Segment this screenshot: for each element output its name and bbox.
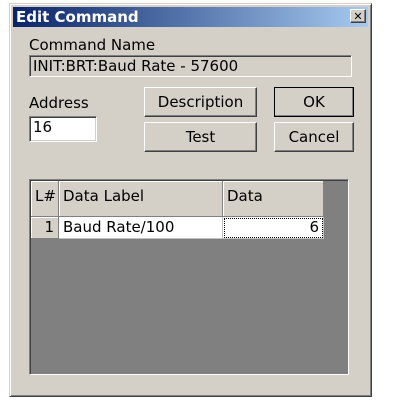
column-header-line[interactable]: L# <box>31 181 59 217</box>
ok-button-label: OK <box>303 93 325 111</box>
ok-button[interactable]: OK <box>274 87 354 117</box>
command-name-label: Command Name <box>29 36 156 54</box>
address-input[interactable]: 16 <box>29 116 97 142</box>
description-button-label: Description <box>157 93 244 111</box>
address-label: Address <box>29 94 89 112</box>
data-label-cell[interactable]: Baud Rate/100 <box>59 217 223 239</box>
command-name-field: INIT:BRT:Baud Rate - 57600 <box>29 55 352 77</box>
cancel-button-label: Cancel <box>288 128 340 146</box>
test-button-label: Test <box>185 128 216 146</box>
data-grid[interactable]: L# Data Label Data 1 Baud Rate/100 6 <box>29 179 349 375</box>
close-icon: ✕ <box>353 9 363 23</box>
edit-command-dialog: Edit Command ✕ Command Name INIT:BRT:Bau… <box>9 3 372 397</box>
column-header-data[interactable]: Data <box>223 181 324 217</box>
column-header-data-label[interactable]: Data Label <box>59 181 223 217</box>
window-title: Edit Command <box>16 8 139 26</box>
description-button[interactable]: Description <box>144 87 257 117</box>
row-number[interactable]: 1 <box>31 217 59 239</box>
close-button[interactable]: ✕ <box>350 9 366 23</box>
title-bar[interactable]: Edit Command ✕ <box>13 7 368 27</box>
data-value-cell[interactable]: 6 <box>223 217 324 239</box>
cancel-button[interactable]: Cancel <box>274 122 354 152</box>
test-button[interactable]: Test <box>144 122 257 152</box>
